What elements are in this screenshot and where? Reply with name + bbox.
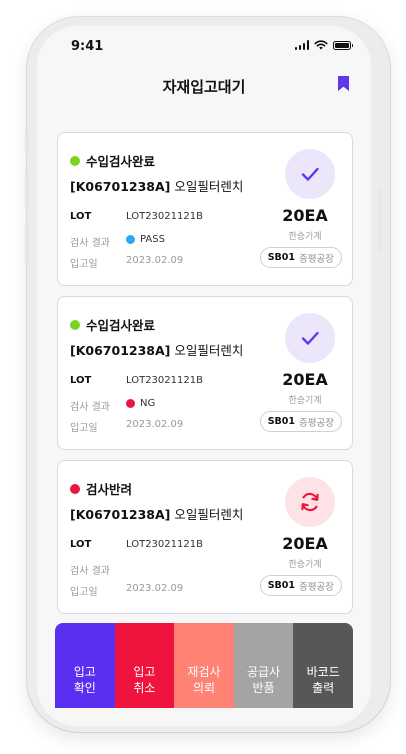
print-barcode-button[interactable]: 바코드 출력 xyxy=(293,623,353,708)
date-label: 입고일 xyxy=(70,259,98,270)
confirm-receipt-button[interactable]: 입고 확인 xyxy=(55,623,115,708)
product-name: [K06701238A] 오일필터렌치 xyxy=(70,176,243,195)
status-badge xyxy=(285,477,335,527)
reinspection-request-button[interactable]: 재검사 의뢰 xyxy=(174,623,234,708)
volume-up-button xyxy=(25,170,29,212)
plant-chip: SB01 증평공장 xyxy=(259,575,342,596)
app-screen: 9:41 자재입고대기 수입검사완료 [K06701238A] 오일필터렌치 L… xyxy=(37,26,371,726)
result-dot xyxy=(126,235,135,244)
action-label: 바코드 출력 xyxy=(306,665,340,695)
status-label: 수입검사완료 xyxy=(86,318,156,333)
status-row: 수입검사완료 xyxy=(70,151,155,170)
date-value: 2023.02.09 xyxy=(126,583,184,594)
lot-value: LOT23021121B xyxy=(126,211,203,222)
result-label: 검사 결과 xyxy=(70,402,110,413)
status-badge xyxy=(285,313,335,363)
product-code: [K06701238A] xyxy=(70,179,171,194)
product-code: [K06701238A] xyxy=(70,507,171,522)
plant-code: SB01 xyxy=(267,416,296,427)
cellular-signal-icon xyxy=(294,40,309,50)
result-value: NG xyxy=(126,398,155,409)
status-time: 9:41 xyxy=(71,39,104,54)
result-label: 검사 결과 xyxy=(70,238,110,249)
vendor-name: 한승기계 xyxy=(288,560,322,570)
plant-code: SB01 xyxy=(267,252,296,263)
date-value: 2023.02.09 xyxy=(126,255,184,266)
lot-value: LOT23021121B xyxy=(126,375,203,386)
vendor-name: 한승기계 xyxy=(288,232,322,242)
product-title: 오일필터렌치 xyxy=(174,507,244,522)
receipt-card-3[interactable]: 검사반려 [K06701238A] 오일필터렌치 LOT LOT23021121… xyxy=(57,460,353,614)
plant-chip: SB01 증평공장 xyxy=(259,247,342,268)
result-text: PASS xyxy=(140,234,165,245)
receipt-card-2[interactable]: 수입검사완료 [K06701238A] 오일필터렌치 LOT LOT230211… xyxy=(57,296,353,450)
result-value: PASS xyxy=(126,234,165,245)
power-button xyxy=(378,190,382,250)
status-dot xyxy=(70,319,80,330)
lot-label: LOT xyxy=(70,211,92,222)
quantity: 20EA xyxy=(282,534,328,553)
plant-name: 증평공장 xyxy=(299,253,334,265)
action-label: 공급사 반품 xyxy=(247,665,281,695)
status-dot xyxy=(70,155,80,166)
plant-chip: SB01 증평공장 xyxy=(259,411,342,432)
vendor-name: 한승기계 xyxy=(288,396,322,406)
result-dot xyxy=(126,399,135,408)
lot-label: LOT xyxy=(70,375,92,386)
date-value: 2023.02.09 xyxy=(126,419,184,430)
action-label: 입고 취소 xyxy=(133,665,156,695)
battery-icon xyxy=(333,40,353,50)
product-code: [K06701238A] xyxy=(70,343,171,358)
product-name: [K06701238A] 오일필터렌치 xyxy=(70,340,243,359)
action-label: 입고 확인 xyxy=(73,665,96,695)
quantity: 20EA xyxy=(282,370,328,389)
status-bar: 9:41 xyxy=(37,26,371,66)
cancel-receipt-button[interactable]: 입고 취소 xyxy=(114,623,175,708)
status-label: 검사반려 xyxy=(86,482,133,497)
status-row: 검사반려 xyxy=(70,479,132,498)
plant-name: 증평공장 xyxy=(299,581,334,593)
check-icon xyxy=(299,163,321,185)
bookmark-icon[interactable] xyxy=(338,76,349,91)
action-label: 재검사 의뢰 xyxy=(187,665,221,695)
product-title: 오일필터렌치 xyxy=(174,179,244,194)
action-bar: 입고 확인 입고 취소 재검사 의뢰 공급사 반품 바코드 출력 xyxy=(55,623,353,708)
wifi-icon xyxy=(314,40,328,50)
status-label: 수입검사완료 xyxy=(86,154,156,169)
refresh-icon xyxy=(298,490,322,514)
plant-name: 증평공장 xyxy=(299,417,334,429)
status-icons xyxy=(294,40,353,50)
lot-value: LOT23021121B xyxy=(126,539,203,550)
result-label: 검사 결과 xyxy=(70,566,110,577)
result-text: NG xyxy=(140,398,156,409)
volume-down-button xyxy=(25,222,29,264)
supplier-return-button[interactable]: 공급사 반품 xyxy=(233,623,294,708)
plant-code: SB01 xyxy=(267,580,296,591)
status-row: 수입검사완료 xyxy=(70,315,155,334)
product-title: 오일필터렌치 xyxy=(174,343,244,358)
date-label: 입고일 xyxy=(70,423,98,434)
receipt-card-1[interactable]: 수입검사완료 [K06701238A] 오일필터렌치 LOT LOT230211… xyxy=(57,132,353,286)
page-title: 자재입고대기 xyxy=(162,78,246,96)
date-label: 입고일 xyxy=(70,587,98,598)
product-name: [K06701238A] 오일필터렌치 xyxy=(70,504,243,523)
quantity: 20EA xyxy=(282,206,328,225)
status-dot xyxy=(70,483,80,494)
lot-label: LOT xyxy=(70,539,92,550)
status-badge xyxy=(285,149,335,199)
check-icon xyxy=(299,327,321,349)
mute-switch xyxy=(25,130,29,156)
